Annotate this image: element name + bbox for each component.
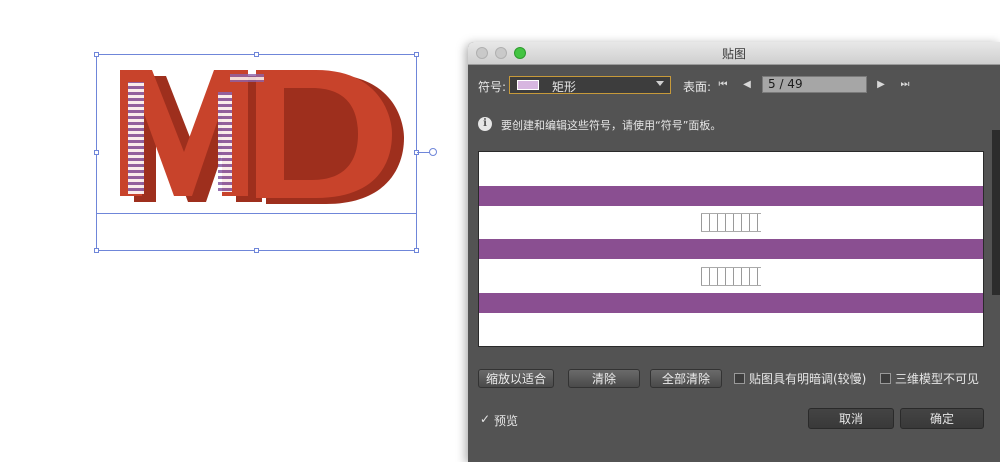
symbol-stripe (479, 293, 983, 313)
fit-to-surface-button[interactable]: 缩放以适合 (478, 369, 554, 388)
preview-checkbox-label: 预览 (494, 414, 519, 428)
symbol-label: 符号: (478, 80, 507, 94)
dialog-titlebar[interactable]: 贴图 (468, 42, 1000, 65)
artboard-canvas[interactable] (0, 0, 470, 462)
symbol-stripe (479, 186, 983, 206)
handle-top-right[interactable] (414, 52, 419, 57)
surface-page-value: 5 / 49 (768, 77, 803, 91)
cancel-button[interactable]: 取消 (808, 408, 894, 429)
first-surface-icon[interactable]: ⏮ (716, 78, 730, 92)
surface-preview-area[interactable] (478, 151, 984, 347)
surface-page-field[interactable]: 5 / 49 (762, 76, 867, 93)
shading-checkbox-label: 贴图具有明暗调(较慢) (749, 372, 867, 386)
next-surface-icon[interactable]: ▶ (874, 78, 888, 92)
clear-button[interactable]: 清除 (568, 369, 640, 388)
info-icon: i (478, 117, 492, 131)
handle-bottom-left[interactable] (94, 248, 99, 253)
surface-grid-marker (701, 267, 761, 286)
symbol-dropdown-value: 矩形 (552, 80, 577, 94)
info-text: 要创建和编辑这些符号，请使用“符号”面板。 (501, 119, 722, 132)
rotation-knob[interactable] (429, 148, 437, 156)
handle-bottom-middle[interactable] (254, 248, 259, 253)
dialog-title: 贴图 (721, 47, 746, 61)
surface-grid-marker (701, 213, 761, 232)
ok-button[interactable]: 确定 (900, 408, 984, 429)
surface-label: 表面: (683, 80, 712, 94)
symbol-swatch (517, 80, 539, 90)
symbol-dropdown[interactable]: 矩形 (509, 76, 671, 94)
chevron-down-icon (656, 81, 664, 86)
handle-top-middle[interactable] (254, 52, 259, 57)
previous-surface-icon[interactable]: ◀ (740, 78, 754, 92)
last-surface-icon[interactable]: ⏭ (898, 78, 912, 92)
background-panel-edge (992, 130, 1000, 295)
selection-bounding-box[interactable] (96, 54, 417, 251)
preview-checkbox[interactable]: ✓ (480, 412, 490, 426)
clear-all-button[interactable]: 全部清除 (650, 369, 722, 388)
handle-top-left[interactable] (94, 52, 99, 57)
map-art-dialog: 贴图 符号: 矩形 表面: ⏮ ◀ 5 / 49 ▶ ⏭ i 要创建和编辑这些符… (468, 42, 1000, 462)
invisible-geometry-checkbox[interactable] (880, 373, 891, 384)
symbol-stripe (479, 239, 983, 259)
handle-middle-left[interactable] (94, 150, 99, 155)
baseline-guide (97, 213, 416, 214)
handle-bottom-right[interactable] (414, 248, 419, 253)
shading-checkbox[interactable] (734, 373, 745, 384)
invisible-geometry-label: 三维模型不可见 (895, 372, 980, 386)
